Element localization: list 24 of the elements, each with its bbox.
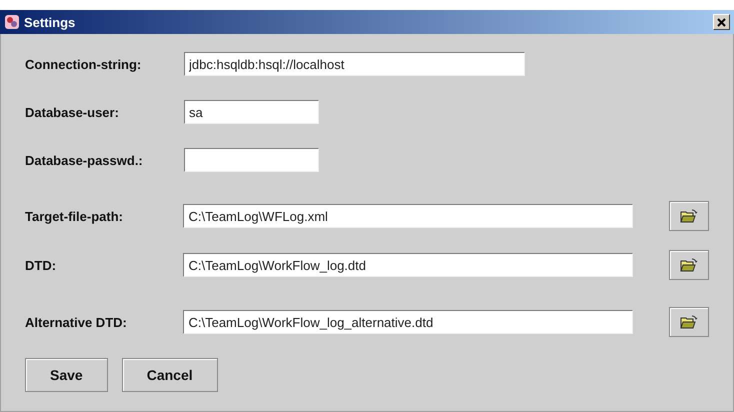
browse-button[interactable] xyxy=(669,250,709,280)
input-field[interactable]: C:\TeamLog\WFLog.xml xyxy=(183,204,634,228)
folder-icon xyxy=(680,208,698,224)
field-label: Target-file-path: xyxy=(25,208,124,224)
input-field[interactable]: sa xyxy=(184,100,319,124)
input-field[interactable] xyxy=(184,148,319,172)
field-label: Database-user: xyxy=(25,104,120,120)
input-field[interactable]: C:\TeamLog\WorkFlow_log_alternative.dtd xyxy=(183,310,634,334)
browse-button[interactable] xyxy=(669,307,709,337)
field-label: DTD: xyxy=(25,258,58,272)
browse-button[interactable] xyxy=(669,201,709,231)
window-title: Settings xyxy=(24,14,76,30)
folder-icon xyxy=(680,314,698,330)
field-label: Alternative DTD: xyxy=(25,314,128,330)
app-icon xyxy=(4,14,20,30)
field-label: Database-passwd.: xyxy=(25,152,144,168)
save-button[interactable]: Save xyxy=(25,358,108,392)
close-icon xyxy=(717,18,726,26)
cancel-button[interactable]: Cancel xyxy=(122,358,218,392)
folder-icon xyxy=(680,258,698,272)
field-label: Connection-string: xyxy=(25,56,142,72)
input-field[interactable]: jdbc:hsqldb:hsql://localhost xyxy=(184,52,525,76)
close-button[interactable] xyxy=(713,14,730,30)
input-field[interactable]: C:\TeamLog\WorkFlow_log.dtd xyxy=(183,253,634,277)
